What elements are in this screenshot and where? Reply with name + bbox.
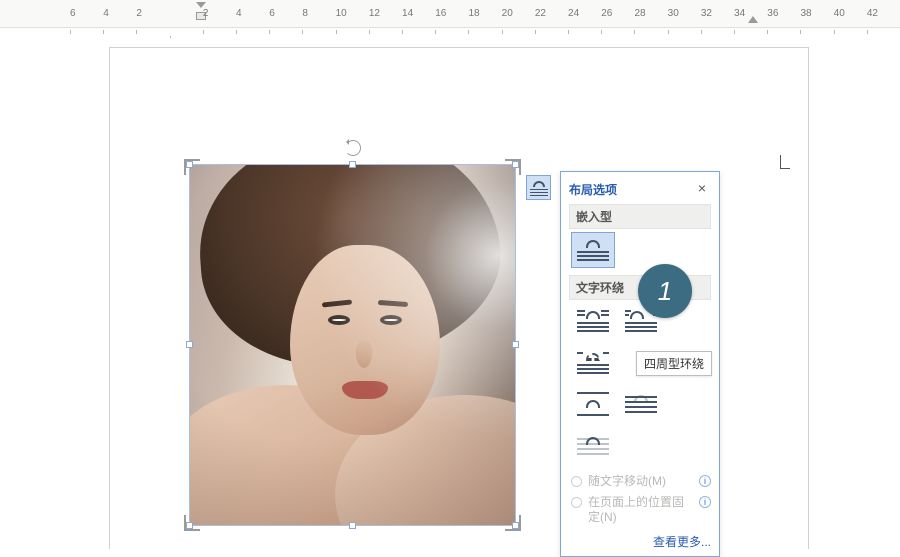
ruler-tick: 22 (535, 8, 568, 19)
callout-badge-1: 1 (638, 264, 692, 318)
wrap-option-in-front[interactable] (571, 429, 615, 465)
crop-corner-ne[interactable] (505, 159, 521, 175)
crop-corner-se[interactable] (505, 515, 521, 531)
text-cursor-mark (780, 155, 790, 169)
section-inline-label: 嵌入型 (569, 204, 711, 229)
wrap-option-through[interactable] (571, 345, 615, 381)
panel-title: 布局选项 (569, 181, 617, 198)
radio-move-label: 随文字移动(M) (588, 474, 695, 489)
tooltip-text: 四周型环绕 (644, 357, 704, 371)
radio-icon (571, 476, 582, 487)
ruler-tick: 42 (867, 8, 900, 19)
ruler-tick: 4 (103, 8, 136, 19)
ruler-tick: 30 (668, 8, 701, 19)
ruler-tick: 38 (800, 8, 833, 19)
rotate-handle-icon[interactable] (345, 140, 361, 156)
ruler-tick: 24 (568, 8, 601, 19)
ruler-tick: 12 (369, 8, 402, 19)
ruler-tick: 6 (70, 8, 103, 19)
wrap-option-square[interactable] (571, 303, 615, 339)
resize-handle-s[interactable] (349, 522, 356, 529)
see-more-link[interactable]: 查看更多... (653, 535, 711, 549)
wrap-option-behind-text[interactable] (619, 387, 663, 423)
wrap-option-top-bottom[interactable] (571, 387, 615, 423)
image-content[interactable] (190, 165, 515, 525)
ruler-tick: 26 (601, 8, 634, 19)
resize-handle-n[interactable] (349, 161, 356, 168)
resize-handle-e[interactable] (512, 341, 519, 348)
resize-handle-w[interactable] (186, 341, 193, 348)
ruler-tick: 40 (834, 8, 867, 19)
ruler-tick: 36 (767, 8, 800, 19)
ruler-tick: 2 (136, 8, 169, 19)
ruler-tick: 16 (435, 8, 468, 19)
radio-icon (571, 497, 582, 508)
close-button[interactable]: × (693, 180, 711, 198)
ruler-tick: 6 (269, 8, 302, 19)
radio-fix-position: 在页面上的位置固定(N) i (571, 495, 711, 525)
wrap-option-inline[interactable] (571, 232, 615, 268)
ruler-tick: 8 (302, 8, 335, 19)
radio-fix-label: 在页面上的位置固定(N) (588, 495, 695, 525)
selected-image[interactable] (190, 165, 515, 525)
ruler-tick: 18 (468, 8, 501, 19)
callout-number: 1 (658, 276, 672, 307)
ruler-tick: 20 (502, 8, 535, 19)
ruler-tick: 10 (336, 8, 369, 19)
layout-options-icon (530, 181, 548, 195)
info-icon[interactable]: i (699, 496, 711, 508)
horizontal-ruler[interactable]: 6422468101214161820222426283032343638404… (0, 0, 900, 28)
ruler-tick: 32 (701, 8, 734, 19)
layout-options-button[interactable] (526, 175, 551, 200)
ruler-tick: 14 (402, 8, 435, 19)
ruler-tick: 28 (634, 8, 667, 19)
ruler-tick: 4 (236, 8, 269, 19)
ruler-tick: 34 (734, 8, 767, 19)
tooltip-square-wrap: 四周型环绕 (636, 351, 712, 376)
crop-corner-sw[interactable] (184, 515, 200, 531)
info-icon[interactable]: i (699, 475, 711, 487)
crop-corner-nw[interactable] (184, 159, 200, 175)
ruler-tick: 2 (203, 8, 236, 19)
radio-move-with-text: 随文字移动(M) i (571, 474, 711, 489)
